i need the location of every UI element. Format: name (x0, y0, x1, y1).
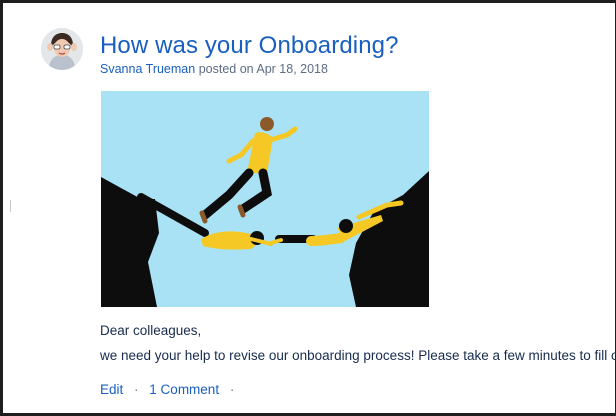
comments-link[interactable]: 1 Comment (149, 382, 219, 397)
avatar-portrait-icon (41, 28, 83, 70)
author-link[interactable]: Svanna Trueman (100, 62, 195, 76)
action-separator-trailing: · (229, 382, 235, 397)
edge-scroll-indicator (10, 200, 11, 212)
post-title[interactable]: How was your Onboarding? (100, 32, 399, 60)
post-body-text: we need your help to revise our onboardi… (100, 348, 615, 363)
post-byline: Svanna Trueman posted on Apr 18, 2018 (100, 62, 328, 76)
author-avatar-icon[interactable] (41, 28, 83, 70)
edit-link[interactable]: Edit (100, 382, 123, 397)
onboarding-illustration-icon (101, 91, 429, 307)
action-separator: · (134, 382, 139, 397)
posted-date: posted on Apr 18, 2018 (198, 62, 328, 76)
post-actions: Edit · 1 Comment · (100, 382, 241, 397)
post-body-greeting: Dear colleagues, (100, 323, 202, 338)
blog-post-card: How was your Onboarding? Svanna Trueman … (3, 3, 615, 413)
